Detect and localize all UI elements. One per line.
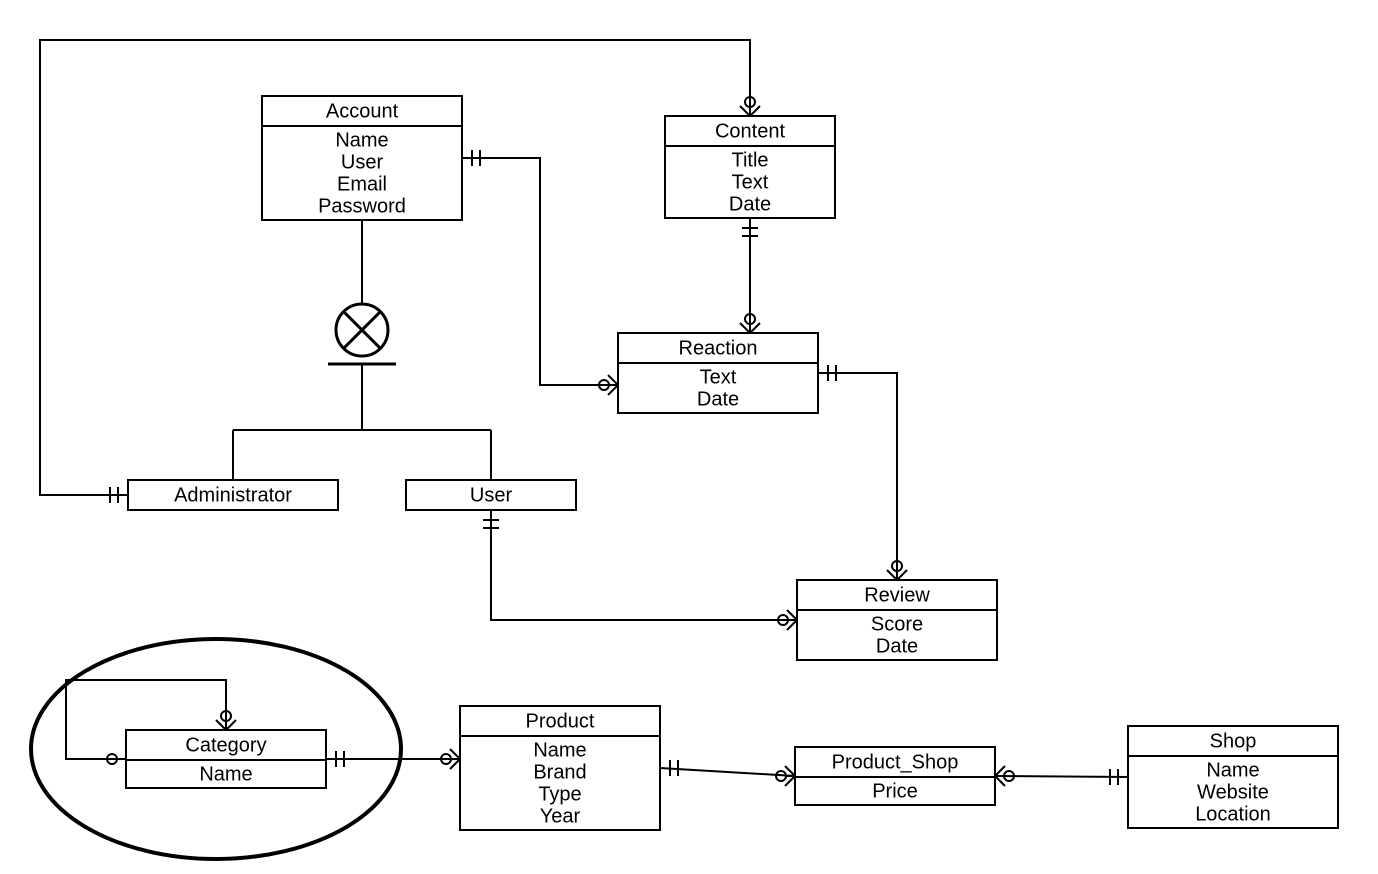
entity-shop-title: Shop [1210,730,1257,752]
rel-account-reaction [462,158,618,385]
entity-content-title: Content [715,120,785,142]
entity-review-attr-0: Score [871,613,923,635]
entity-account-title: Account [326,100,399,122]
entity-account-attr-3: Password [318,195,406,217]
entity-product-attr-0: Name [533,739,586,761]
entity-product-title: Product [526,710,595,732]
entity-content-attr-2: Date [729,193,771,215]
entity-account-attr-0: Name [335,129,388,151]
entity-shop-attr-0: Name [1206,759,1259,781]
entity-review-title: Review [864,584,930,606]
entity-category-title: Category [185,734,266,756]
entity-shop-attr-2: Location [1195,803,1271,825]
entity-content-attr-1: Text [732,171,769,193]
entity-product-attr-2: Type [538,783,581,805]
rel-user-review [491,510,797,620]
entity-content-attr-0: Title [731,149,768,171]
entity-category-attr-0: Name [199,763,252,785]
entity-reaction-attr-0: Text [700,366,737,388]
entity-shop-attr-1: Website [1197,781,1269,803]
entity-account-attr-2: Email [337,173,387,195]
entity-product-shop-title: Product_Shop [832,751,959,773]
rel-product-productshop [660,768,795,776]
rel-reaction-review [818,373,897,580]
entity-product-attr-3: Year [540,805,581,827]
entity-administrator-title: Administrator [174,484,292,506]
entity-account-attr-1: User [341,151,384,173]
entity-product-shop-attr-0: Price [872,780,918,802]
entity-reaction-attr-1: Date [697,388,739,410]
entity-user-title: User [470,484,513,506]
entity-reaction-title: Reaction [679,337,758,359]
entity-product-attr-1: Brand [533,761,586,783]
entity-review-attr-1: Date [876,635,918,657]
